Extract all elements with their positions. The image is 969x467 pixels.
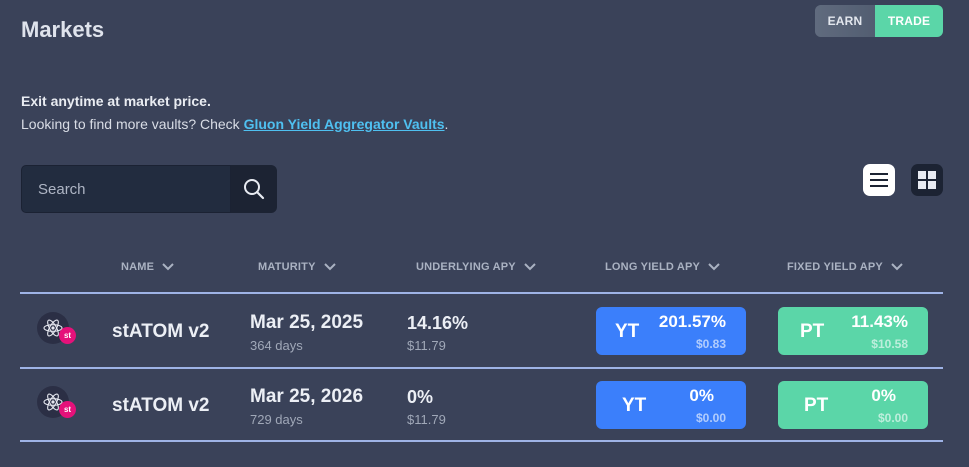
column-header-label: FIXED YIELD APY xyxy=(787,261,883,273)
maturity-days: 729 days xyxy=(250,412,303,427)
search-button[interactable] xyxy=(231,165,277,213)
grid-view-button[interactable] xyxy=(911,164,943,196)
column-header-fixed-yield-apy[interactable]: FIXED YIELD APY xyxy=(787,261,903,273)
underlying-usd: $11.79 xyxy=(407,412,446,427)
market-name: stATOM v2 xyxy=(112,321,210,342)
column-header-label: UNDERLYING APY xyxy=(416,261,516,273)
search-input[interactable] xyxy=(21,165,231,213)
row-divider xyxy=(20,440,943,442)
chevron-down-icon xyxy=(162,263,174,271)
column-header-underlying-apy[interactable]: UNDERLYING APY xyxy=(416,261,536,273)
earn-toggle-option[interactable]: EARN xyxy=(815,5,875,37)
gluon-vaults-link[interactable]: Gluon Yield Aggregator Vaults xyxy=(244,116,445,132)
pt-label: PT xyxy=(804,395,829,416)
underlying-apy: 14.16% xyxy=(407,313,469,333)
intro-vaults-line: Looking to find more vaults? Check Gluon… xyxy=(21,113,448,136)
underlying-usd: $11.79 xyxy=(407,338,446,353)
page-title: Markets xyxy=(21,17,105,42)
chevron-down-icon xyxy=(891,263,903,271)
yt-button[interactable]: YT 0% $0.00 xyxy=(596,381,746,429)
search-bar xyxy=(21,165,277,213)
st-badge: st xyxy=(59,401,76,418)
pt-button[interactable]: PT 0% $0.00 xyxy=(778,381,928,429)
row-divider xyxy=(20,292,943,294)
underlying-apy: 0% xyxy=(407,387,434,407)
table-row[interactable]: st stATOM v2 Mar 25, 2025 364 days 14.16… xyxy=(20,295,943,367)
pt-button[interactable]: PT 11.43% $10.58 xyxy=(778,307,928,355)
pt-apy: 11.43% xyxy=(851,312,908,331)
column-header-name[interactable]: NAME xyxy=(121,261,174,273)
pt-label: PT xyxy=(800,321,825,342)
pt-price: $10.58 xyxy=(871,337,908,351)
earn-trade-toggle[interactable]: EARN TRADE xyxy=(815,5,943,37)
yt-label: YT xyxy=(622,395,647,416)
token-icon: st xyxy=(37,312,77,352)
st-badge: st xyxy=(59,327,76,344)
yt-button[interactable]: YT 201.57% $0.83 xyxy=(596,307,746,355)
pt-price: $0.00 xyxy=(877,411,908,425)
intro-headline: Exit anytime at market price. xyxy=(21,93,211,109)
search-icon xyxy=(244,179,265,200)
table-header: NAME MATURITY UNDERLYING APY LONG YIELD … xyxy=(0,261,969,281)
column-header-maturity[interactable]: MATURITY xyxy=(258,261,336,273)
yt-price: $0.83 xyxy=(695,337,726,351)
trade-toggle-option[interactable]: TRADE xyxy=(875,5,943,37)
yt-apy: 0% xyxy=(689,386,714,405)
column-header-label: LONG YIELD APY xyxy=(605,261,701,273)
maturity-date: Mar 25, 2025 xyxy=(250,312,364,333)
maturity-days: 364 days xyxy=(250,338,303,353)
column-header-label: MATURITY xyxy=(258,261,316,273)
yt-apy: 201.57% xyxy=(658,312,726,331)
chevron-down-icon xyxy=(708,263,720,271)
chevron-down-icon xyxy=(524,263,536,271)
intro-text: Exit anytime at market price. Looking to… xyxy=(21,90,448,136)
grid-icon xyxy=(918,171,936,189)
column-header-long-yield-apy[interactable]: LONG YIELD APY xyxy=(605,261,720,273)
maturity-date: Mar 25, 2026 xyxy=(250,386,364,407)
intro-suffix: . xyxy=(444,116,449,132)
chevron-down-icon xyxy=(323,263,336,271)
list-icon xyxy=(870,173,888,187)
token-icon: st xyxy=(37,386,77,426)
column-header-label: NAME xyxy=(121,261,155,273)
table-row[interactable]: st stATOM v2 Mar 25, 2026 729 days 0% $1… xyxy=(20,369,943,441)
yt-label: YT xyxy=(615,321,640,342)
market-name: stATOM v2 xyxy=(112,395,210,416)
intro-prefix: Looking to find more vaults? Check xyxy=(21,116,244,132)
list-view-button[interactable] xyxy=(863,164,895,196)
pt-apy: 0% xyxy=(871,386,896,405)
yt-price: $0.00 xyxy=(695,411,726,425)
